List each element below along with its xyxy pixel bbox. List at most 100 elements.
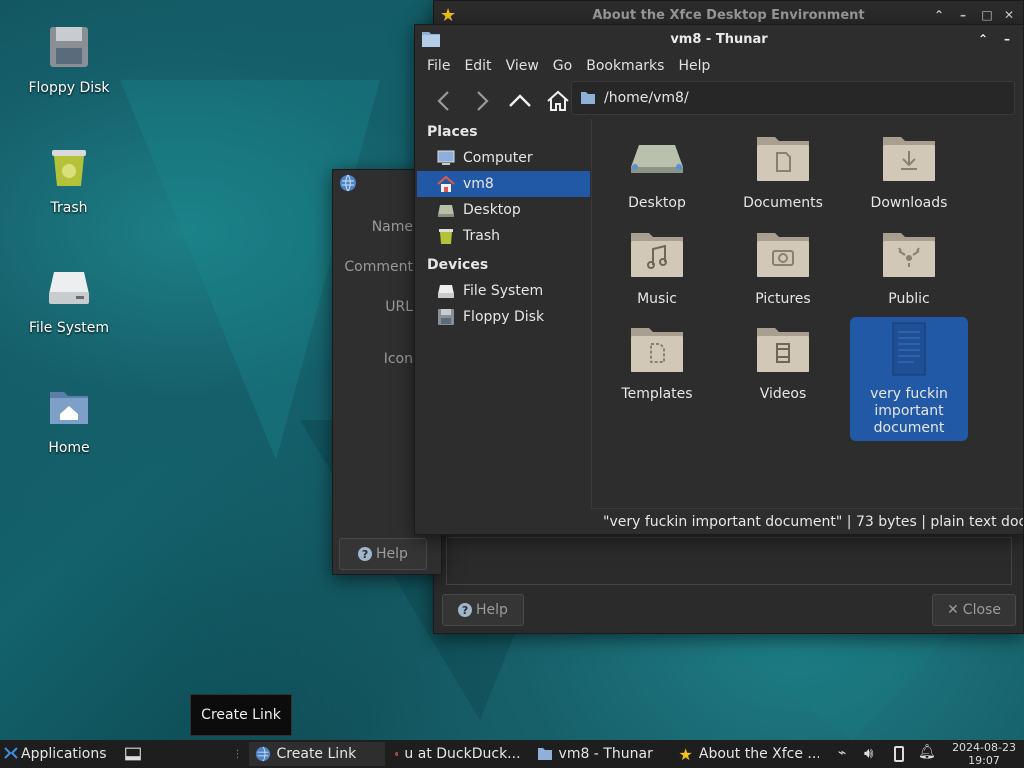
applications-label: Applications <box>21 746 107 762</box>
file-name: Pictures <box>755 291 811 307</box>
desktop-icon-trash[interactable]: Trash <box>14 144 124 216</box>
file-name: Downloads <box>870 195 948 211</box>
close-dialog-button[interactable]: ✕ Close <box>932 594 1016 626</box>
help-icon: ? <box>358 547 373 561</box>
show-desktop-button[interactable] <box>119 742 147 766</box>
sidebar-item-trash[interactable]: Trash <box>417 223 590 249</box>
shade-button[interactable]: ⌃ <box>975 31 991 47</box>
applications-menu[interactable]: Applications <box>0 742 113 766</box>
floppy-disk-icon <box>438 309 454 325</box>
help-label: Help <box>476 602 508 618</box>
file-item-desktop[interactable]: Desktop <box>598 129 716 211</box>
about-text-area <box>446 537 1012 585</box>
home-folder-icon <box>50 392 88 424</box>
thunar-window[interactable]: vm8 - Thunar ⌃ – □ File Edit View Go Boo… <box>414 24 1024 535</box>
desktop-icon-label: Trash <box>50 200 88 216</box>
forward-button[interactable] <box>467 86 497 116</box>
file-item-videos[interactable]: Videos <box>724 320 842 402</box>
notification-bell-icon[interactable]: 🔔︎ <box>918 744 936 760</box>
sidebar-item-computer[interactable]: Computer <box>417 145 590 171</box>
file-view[interactable]: Desktop Documents Downloads Music Pictur… <box>591 119 1023 509</box>
maximize-button[interactable]: □ <box>979 7 995 23</box>
network-icon[interactable]: ⌁ <box>838 745 846 761</box>
file-name: Music <box>637 291 677 307</box>
file-name: Public <box>888 291 930 307</box>
menu-bar: File Edit View Go Bookmarks Help <box>415 53 1023 79</box>
file-item-music[interactable]: Music <box>598 225 716 307</box>
menu-help[interactable]: Help <box>678 58 710 74</box>
places-heading: Places <box>427 124 478 140</box>
help-label: Help <box>376 546 408 562</box>
task-duckduckgo[interactable]: u at DuckDuck... <box>389 742 527 766</box>
task-create-link[interactable]: Create Link <box>248 742 385 766</box>
tooltip: Create Link <box>190 694 292 736</box>
sidebar-item-vm8[interactable]: vm8 <box>417 171 590 197</box>
taskbar: Applications ⋮ Create Link u at DuckDuck… <box>0 740 1024 768</box>
help-icon: ? <box>458 603 473 617</box>
task-about-xfce[interactable]: ★ About the Xfce ... <box>673 742 819 766</box>
sidebar-item-label: vm8 <box>463 176 494 192</box>
file-name: Documents <box>743 195 823 211</box>
shade-button[interactable]: ⌃ <box>931 7 947 23</box>
desktop-icon-home[interactable]: Home <box>14 384 124 456</box>
desktop-icon-file-system[interactable]: File System <box>14 264 124 336</box>
menu-edit[interactable]: Edit <box>464 58 491 74</box>
location-bar[interactable]: /home/vm8/ <box>571 81 1015 115</box>
pictures-folder-icon <box>757 233 809 277</box>
minimize-button[interactable]: – <box>955 7 971 23</box>
file-item-templates[interactable]: Templates <box>598 320 716 402</box>
text-document-icon <box>892 322 926 376</box>
downloads-folder-icon <box>883 137 935 181</box>
file-item-downloads[interactable]: Downloads <box>850 129 968 211</box>
volume-icon[interactable]: 🔊︎ <box>864 744 873 762</box>
templates-folder-icon <box>631 328 683 372</box>
trash-icon <box>439 229 453 244</box>
task-label: About the Xfce ... <box>698 746 819 762</box>
desktop-icon <box>124 747 141 761</box>
menu-view[interactable]: View <box>506 58 539 74</box>
sidebar-item-file-system[interactable]: File System <box>417 278 590 304</box>
close-label: Close <box>962 602 1001 618</box>
clock-date: 2024-08-23 <box>952 741 1016 754</box>
public-folder-icon <box>883 233 935 277</box>
task-thunar[interactable]: vm8 - Thunar <box>531 742 669 766</box>
help-button[interactable]: ? Help <box>339 538 427 570</box>
menu-file[interactable]: File <box>427 58 450 74</box>
desktop-icon-floppy-disk[interactable]: Floppy Disk <box>14 24 124 96</box>
close-icon: ✕ <box>947 602 959 618</box>
up-button[interactable] <box>505 86 535 116</box>
chevron-left-icon <box>437 91 449 111</box>
trash-icon <box>52 150 86 186</box>
help-button[interactable]: ? Help <box>442 594 524 626</box>
file-name: Desktop <box>628 195 686 211</box>
firefox-icon <box>394 752 399 756</box>
menu-go[interactable]: Go <box>553 58 572 74</box>
clock[interactable]: 2024-08-23 19:07 <box>952 741 1016 767</box>
file-item-pictures[interactable]: Pictures <box>724 225 842 307</box>
sidebar-item-label: Desktop <box>463 202 521 218</box>
task-label: Create Link <box>276 746 357 762</box>
file-item-documents[interactable]: Documents <box>724 129 842 211</box>
home-button[interactable] <box>543 86 573 116</box>
music-folder-icon <box>631 233 683 277</box>
devices-heading: Devices <box>427 257 489 273</box>
globe-icon <box>340 174 356 192</box>
thunar-titlebar[interactable]: vm8 - Thunar ⌃ – □ <box>415 25 1024 53</box>
home-icon <box>437 175 455 192</box>
close-button[interactable]: ✕ <box>1001 7 1017 23</box>
sidebar-item-floppy-disk[interactable]: Floppy Disk <box>417 304 590 330</box>
folder-icon <box>581 92 595 104</box>
back-button[interactable] <box>429 86 459 116</box>
sidebar-item-label: File System <box>463 283 544 299</box>
floppy-disk-icon <box>50 27 88 67</box>
window-title: vm8 - Thunar <box>670 31 768 47</box>
chevron-up-icon <box>509 94 531 107</box>
sidebar-item-desktop[interactable]: Desktop <box>417 197 590 223</box>
file-item-document[interactable]: very fuckin important document <box>850 317 968 441</box>
menu-bookmarks[interactable]: Bookmarks <box>586 58 664 74</box>
file-item-public[interactable]: Public <box>850 225 968 307</box>
name-label: Name <box>371 219 413 235</box>
separator-handle[interactable]: ⋮ <box>233 749 243 760</box>
minimize-button[interactable]: – <box>999 31 1015 47</box>
battery-icon[interactable] <box>894 746 904 762</box>
